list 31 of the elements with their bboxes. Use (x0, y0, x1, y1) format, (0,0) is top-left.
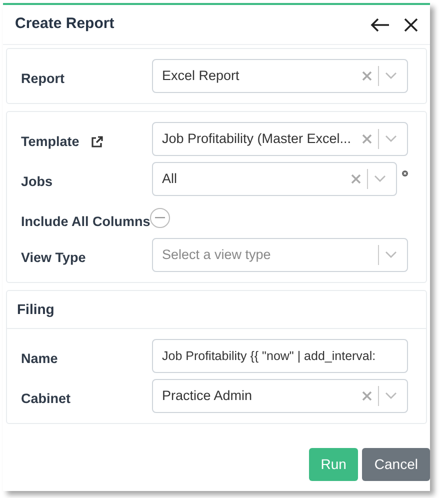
chevron-down-icon[interactable] (385, 135, 397, 143)
back-icon[interactable] (370, 16, 390, 32)
chevron-down-icon[interactable] (385, 251, 397, 260)
chevron-down-icon[interactable] (385, 72, 397, 80)
cancel-button[interactable]: Cancel (362, 448, 430, 481)
clear-icon[interactable] (362, 71, 372, 81)
clear-icon[interactable] (362, 391, 372, 402)
text-field[interactable]: Job Profitability {{ "now" | add_interval: (152, 339, 408, 374)
select-field[interactable]: Practice Admin (152, 379, 408, 414)
field-label: Name (21, 350, 58, 368)
field-label: Template (21, 133, 80, 151)
minus-icon (155, 217, 165, 219)
select-field[interactable]: Job Profitability (Master Excel... (152, 122, 408, 156)
field-label: Include All Columns (21, 213, 150, 231)
close-icon[interactable] (404, 18, 418, 32)
clear-icon[interactable] (362, 134, 372, 144)
dialog-title: Create Report (15, 14, 114, 34)
select-field[interactable]: Select a view type (152, 238, 408, 272)
chevron-down-icon[interactable] (385, 392, 397, 400)
select-field[interactable]: All (152, 162, 397, 196)
field-label: Jobs (21, 173, 53, 191)
field-label: View Type (21, 249, 86, 268)
clear-icon[interactable] (351, 174, 361, 184)
select-field[interactable]: Excel Report (152, 59, 408, 93)
external-link-icon[interactable] (91, 136, 104, 148)
toggle[interactable] (150, 208, 170, 228)
chevron-down-icon[interactable] (374, 175, 386, 183)
field-label: Cabinet (21, 390, 71, 408)
remove-icon[interactable] (402, 168, 408, 179)
section-heading: Filing (7, 291, 426, 330)
field-label: Report (21, 70, 64, 88)
